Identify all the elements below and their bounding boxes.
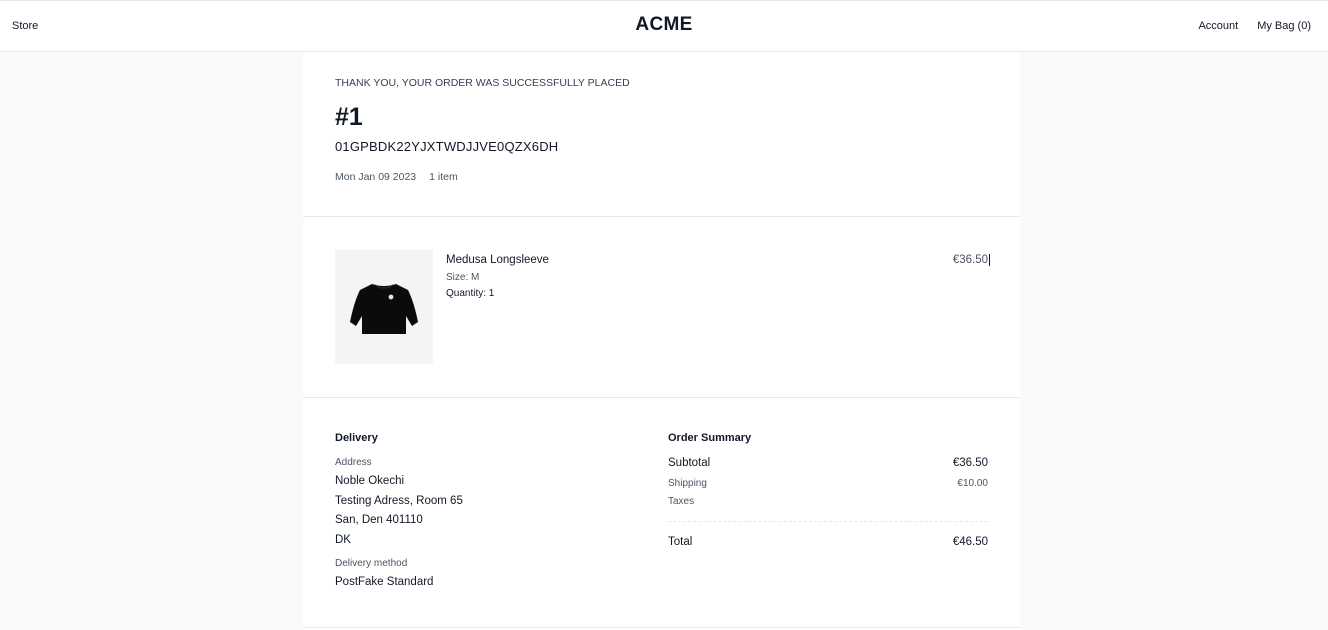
order-meta: Mon Jan 09 2023 1 item [335, 171, 458, 183]
shipping-value: €10.00 [957, 478, 988, 489]
brand-logo[interactable]: ACME [0, 14, 1328, 36]
product-thumbnail [335, 250, 433, 364]
taxes-label: Taxes [668, 496, 695, 507]
nav-account-link[interactable]: Account [1198, 20, 1238, 32]
delivery-method: PostFake Standard [335, 576, 434, 588]
summary-divider [668, 521, 988, 522]
address-line: San, Den 401110 [335, 514, 423, 526]
details-section: Delivery Address Noble Okechi Testing Ad… [303, 398, 1020, 628]
order-date: Mon Jan 09 2023 [335, 171, 417, 183]
subtotal-row: Subtotal €36.50 [668, 457, 988, 469]
order-number: #1 [335, 103, 363, 131]
total-label: Total [668, 536, 693, 548]
order-summary-block: Order Summary Subtotal €36.50 Shipping €… [668, 432, 988, 548]
order-header-section: THANK YOU, YOUR ORDER WAS SUCCESSFULLY P… [303, 52, 1020, 217]
delivery-heading: Delivery [335, 432, 378, 444]
top-navbar: Store ACME Account My Bag (0) [0, 0, 1328, 52]
address-line: DK [335, 533, 351, 546]
shipping-label: Shipping [668, 478, 707, 489]
item-title[interactable]: Medusa Longsleeve [446, 254, 549, 266]
address-line: Testing Adress, Room 65 [335, 494, 463, 507]
total-value: €46.50 [952, 536, 988, 548]
order-id: 01GPBDK22YJXTWDJJVE0QZX6DH [335, 139, 559, 154]
subtotal-label: Subtotal [668, 457, 711, 469]
item-price: €36.50 [952, 254, 990, 266]
order-item-section: Medusa Longsleeve Size: M Quantity: 1 €3… [303, 218, 1020, 398]
nav-bag-link[interactable]: My Bag (0) [1257, 20, 1311, 32]
nav-right-links: Account My Bag (0) [1198, 20, 1311, 32]
order-item-count: 1 item [429, 171, 458, 183]
address-line: Noble Okechi [335, 475, 405, 487]
taxes-row: Taxes [668, 496, 988, 507]
order-confirmation-panel: THANK YOU, YOUR ORDER WAS SUCCESSFULLY P… [303, 52, 1020, 630]
sweatshirt-icon [350, 284, 418, 334]
item-quantity: Quantity: 1 [446, 288, 495, 299]
summary-heading: Order Summary [668, 432, 752, 444]
shipping-row: Shipping €10.00 [668, 478, 988, 489]
delivery-method-label: Delivery method [335, 558, 408, 569]
thank-you-message: THANK YOU, YOUR ORDER WAS SUCCESSFULLY P… [335, 77, 630, 89]
subtotal-value: €36.50 [952, 457, 988, 469]
total-row: Total €46.50 [668, 536, 988, 548]
address-label: Address [335, 457, 372, 468]
item-size: Size: M [446, 272, 480, 283]
delivery-block: Delivery Address Noble Okechi Testing Ad… [335, 432, 635, 593]
